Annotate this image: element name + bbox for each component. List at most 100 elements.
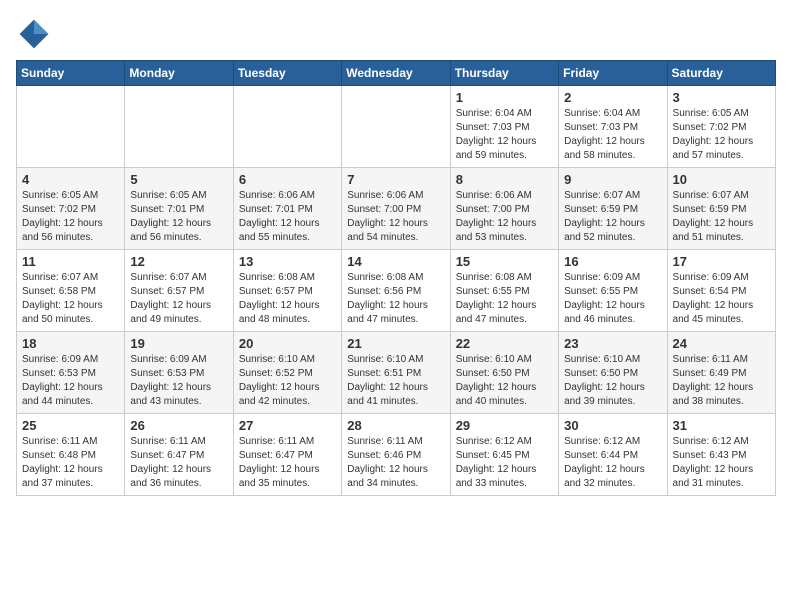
day-number: 16 bbox=[564, 254, 661, 269]
day-info: Sunrise: 6:09 AM Sunset: 6:54 PM Dayligh… bbox=[673, 271, 770, 327]
day-number: 6 bbox=[239, 172, 336, 187]
day-number: 21 bbox=[347, 336, 444, 351]
calendar-cell: 12Sunrise: 6:07 AM Sunset: 6:57 PM Dayli… bbox=[125, 250, 233, 332]
day-info: Sunrise: 6:10 AM Sunset: 6:50 PM Dayligh… bbox=[456, 353, 553, 409]
col-header-thursday: Thursday bbox=[450, 61, 558, 86]
day-number: 11 bbox=[22, 254, 119, 269]
calendar-header-row: SundayMondayTuesdayWednesdayThursdayFrid… bbox=[17, 61, 776, 86]
col-header-tuesday: Tuesday bbox=[233, 61, 341, 86]
day-number: 25 bbox=[22, 418, 119, 433]
day-number: 19 bbox=[130, 336, 227, 351]
calendar-cell: 9 Sunrise: 6:07 AM Sunset: 6:59 PM Daylig… bbox=[559, 168, 667, 250]
day-info: Sunrise: 6:09 AM Sunset: 6:53 PM Dayligh… bbox=[130, 353, 227, 409]
day-info: Sunrise: 6:10 AM Sunset: 6:50 PM Dayligh… bbox=[564, 353, 661, 409]
calendar-cell: 24 Sunrise: 6:11 AM Sunset: 6:49 PM Dayli… bbox=[667, 332, 775, 414]
calendar-cell: 31 Sunrise: 6:12 AM Sunset: 6:43 PM Dayli… bbox=[667, 414, 775, 496]
day-info: Sunrise: 6:08 AM Sunset: 6:57 PM Dayligh… bbox=[239, 271, 336, 327]
day-number: 30 bbox=[564, 418, 661, 433]
day-info: Sunrise: 6:12 AM Sunset: 6:44 PM Dayligh… bbox=[564, 435, 661, 491]
day-info: Sunrise: 6:07 AM Sunset: 6:58 PM Dayligh… bbox=[22, 271, 119, 327]
calendar-cell: 22 Sunrise: 6:10 AM Sunset: 6:50 PM Dayli… bbox=[450, 332, 558, 414]
calendar-table: SundayMondayTuesdayWednesdayThursdayFrid… bbox=[16, 60, 776, 496]
day-info: Sunrise: 6:05 AM Sunset: 7:02 PM Dayligh… bbox=[673, 107, 770, 163]
calendar-cell: 4 Sunrise: 6:05 AM Sunset: 7:02 PM Daylig… bbox=[17, 168, 125, 250]
day-info: Sunrise: 6:12 AM Sunset: 6:45 PM Dayligh… bbox=[456, 435, 553, 491]
day-number: 2 bbox=[564, 90, 661, 105]
day-number: 20 bbox=[239, 336, 336, 351]
calendar-cell: 10 Sunrise: 6:07 AM Sunset: 6:59 PM Dayli… bbox=[667, 168, 775, 250]
day-number: 4 bbox=[22, 172, 119, 187]
calendar-cell: 25 Sunrise: 6:11 AM Sunset: 6:48 PM Dayli… bbox=[17, 414, 125, 496]
calendar-cell: 29 Sunrise: 6:12 AM Sunset: 6:45 PM Dayli… bbox=[450, 414, 558, 496]
day-number: 18 bbox=[22, 336, 119, 351]
day-number: 5 bbox=[130, 172, 227, 187]
col-header-wednesday: Wednesday bbox=[342, 61, 450, 86]
day-info: Sunrise: 6:07 AM Sunset: 6:59 PM Dayligh… bbox=[564, 189, 661, 245]
day-info: Sunrise: 6:10 AM Sunset: 6:52 PM Dayligh… bbox=[239, 353, 336, 409]
day-number: 27 bbox=[239, 418, 336, 433]
day-number: 29 bbox=[456, 418, 553, 433]
calendar-week-row: 11 Sunrise: 6:07 AM Sunset: 6:58 PM Dayli… bbox=[17, 250, 776, 332]
day-number: 22 bbox=[456, 336, 553, 351]
calendar-cell: 28 Sunrise: 6:11 AM Sunset: 6:46 PM Dayli… bbox=[342, 414, 450, 496]
calendar-cell: 27 Sunrise: 6:11 AM Sunset: 6:47 PM Dayli… bbox=[233, 414, 341, 496]
calendar-cell: 2 Sunrise: 6:04 AM Sunset: 7:03 PM Daylig… bbox=[559, 86, 667, 168]
calendar-cell: 14 Sunrise: 6:08 AM Sunset: 6:56 PM Dayli… bbox=[342, 250, 450, 332]
day-number: 15 bbox=[456, 254, 553, 269]
calendar-cell: 19 Sunrise: 6:09 AM Sunset: 6:53 PM Dayli… bbox=[125, 332, 233, 414]
day-info: Sunrise: 6:07 AM Sunset: 6:57 PM Dayligh… bbox=[130, 271, 227, 327]
day-info: Sunrise: 6:09 AM Sunset: 6:55 PM Dayligh… bbox=[564, 271, 661, 327]
day-number: 23 bbox=[564, 336, 661, 351]
page-header bbox=[16, 16, 776, 52]
day-number: 13 bbox=[239, 254, 336, 269]
calendar-cell: 20 Sunrise: 6:10 AM Sunset: 6:52 PM Dayli… bbox=[233, 332, 341, 414]
day-number: 26 bbox=[130, 418, 227, 433]
day-info: Sunrise: 6:05 AM Sunset: 7:01 PM Dayligh… bbox=[130, 189, 227, 245]
calendar-cell: 13 Sunrise: 6:08 AM Sunset: 6:57 PM Dayli… bbox=[233, 250, 341, 332]
day-number: 3 bbox=[673, 90, 770, 105]
col-header-monday: Monday bbox=[125, 61, 233, 86]
col-header-saturday: Saturday bbox=[667, 61, 775, 86]
day-number: 31 bbox=[673, 418, 770, 433]
calendar-cell bbox=[17, 86, 125, 168]
day-info: Sunrise: 6:11 AM Sunset: 6:48 PM Dayligh… bbox=[22, 435, 119, 491]
calendar-cell: 8 Sunrise: 6:06 AM Sunset: 7:00 PM Daylig… bbox=[450, 168, 558, 250]
day-number: 14 bbox=[347, 254, 444, 269]
calendar-cell: 30 Sunrise: 6:12 AM Sunset: 6:44 PM Dayli… bbox=[559, 414, 667, 496]
day-info: Sunrise: 6:12 AM Sunset: 6:43 PM Dayligh… bbox=[673, 435, 770, 491]
day-info: Sunrise: 6:05 AM Sunset: 7:02 PM Dayligh… bbox=[22, 189, 119, 245]
day-number: 24 bbox=[673, 336, 770, 351]
day-info: Sunrise: 6:06 AM Sunset: 7:00 PM Dayligh… bbox=[456, 189, 553, 245]
day-info: Sunrise: 6:06 AM Sunset: 7:01 PM Dayligh… bbox=[239, 189, 336, 245]
calendar-week-row: 1 Sunrise: 6:04 AM Sunset: 7:03 PM Daylig… bbox=[17, 86, 776, 168]
day-number: 10 bbox=[673, 172, 770, 187]
calendar-week-row: 25 Sunrise: 6:11 AM Sunset: 6:48 PM Dayli… bbox=[17, 414, 776, 496]
calendar-cell: 5 Sunrise: 6:05 AM Sunset: 7:01 PM Daylig… bbox=[125, 168, 233, 250]
logo-icon bbox=[16, 16, 52, 52]
calendar-cell: 15Sunrise: 6:08 AM Sunset: 6:55 PM Dayli… bbox=[450, 250, 558, 332]
col-header-friday: Friday bbox=[559, 61, 667, 86]
col-header-sunday: Sunday bbox=[17, 61, 125, 86]
day-number: 28 bbox=[347, 418, 444, 433]
day-info: Sunrise: 6:04 AM Sunset: 7:03 PM Dayligh… bbox=[564, 107, 661, 163]
calendar-cell: 3 Sunrise: 6:05 AM Sunset: 7:02 PM Daylig… bbox=[667, 86, 775, 168]
day-number: 1 bbox=[456, 90, 553, 105]
day-info: Sunrise: 6:11 AM Sunset: 6:49 PM Dayligh… bbox=[673, 353, 770, 409]
day-number: 17 bbox=[673, 254, 770, 269]
day-number: 8 bbox=[456, 172, 553, 187]
day-number: 9 bbox=[564, 172, 661, 187]
calendar-cell: 11 Sunrise: 6:07 AM Sunset: 6:58 PM Dayli… bbox=[17, 250, 125, 332]
calendar-cell: 7 Sunrise: 6:06 AM Sunset: 7:00 PM Daylig… bbox=[342, 168, 450, 250]
day-info: Sunrise: 6:09 AM Sunset: 6:53 PM Dayligh… bbox=[22, 353, 119, 409]
day-info: Sunrise: 6:08 AM Sunset: 6:56 PM Dayligh… bbox=[347, 271, 444, 327]
calendar-cell: 6 Sunrise: 6:06 AM Sunset: 7:01 PM Daylig… bbox=[233, 168, 341, 250]
calendar-cell: 16 Sunrise: 6:09 AM Sunset: 6:55 PM Dayli… bbox=[559, 250, 667, 332]
day-info: Sunrise: 6:07 AM Sunset: 6:59 PM Dayligh… bbox=[673, 189, 770, 245]
calendar-cell: 1Sunrise: 6:04 AM Sunset: 7:03 PM Daylig… bbox=[450, 86, 558, 168]
day-info: Sunrise: 6:11 AM Sunset: 6:46 PM Dayligh… bbox=[347, 435, 444, 491]
day-info: Sunrise: 6:06 AM Sunset: 7:00 PM Dayligh… bbox=[347, 189, 444, 245]
day-info: Sunrise: 6:11 AM Sunset: 6:47 PM Dayligh… bbox=[239, 435, 336, 491]
day-number: 7 bbox=[347, 172, 444, 187]
calendar-week-row: 4 Sunrise: 6:05 AM Sunset: 7:02 PM Daylig… bbox=[17, 168, 776, 250]
calendar-cell bbox=[125, 86, 233, 168]
